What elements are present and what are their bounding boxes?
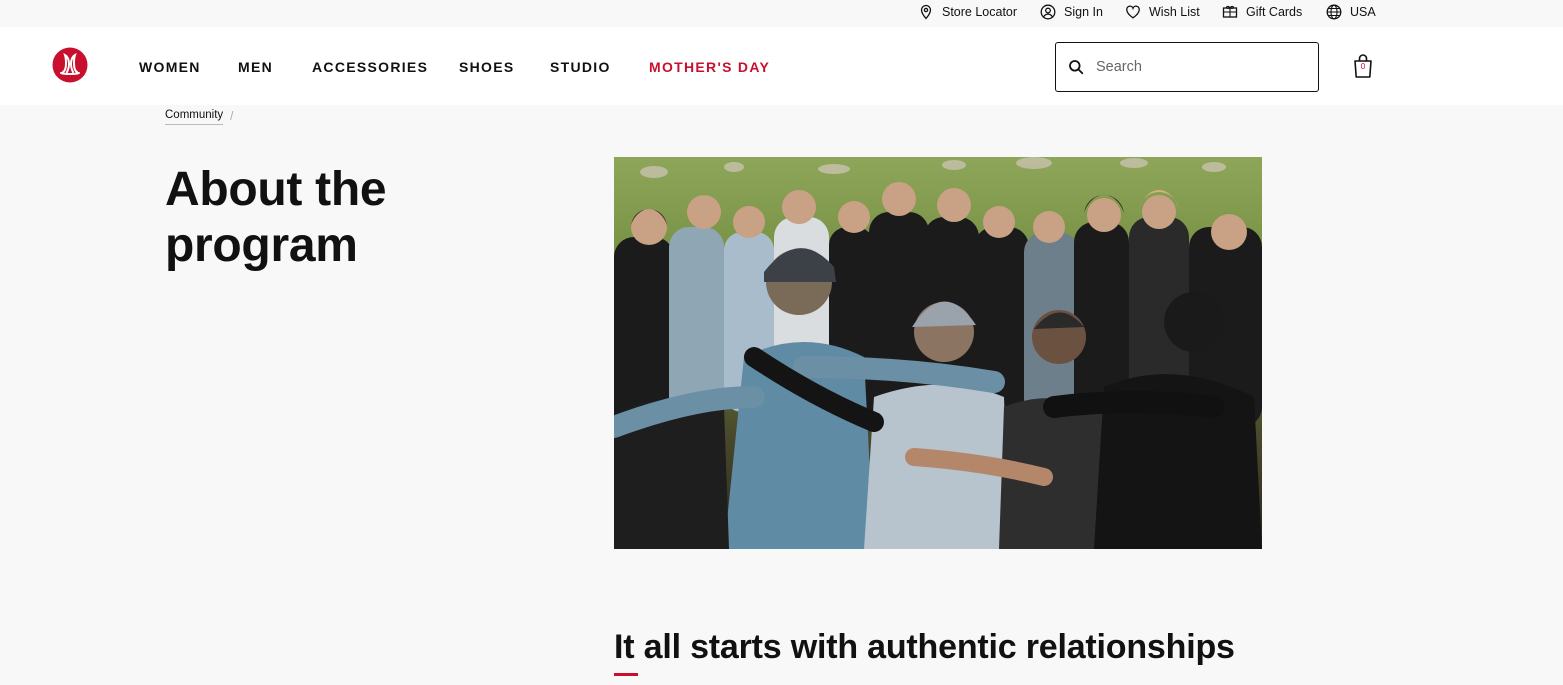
search-input[interactable] — [1096, 59, 1296, 75]
shopping-bag-button[interactable]: 0 — [1351, 52, 1375, 80]
breadcrumb: Community / — [165, 109, 233, 125]
gift-cards-label: Gift Cards — [1246, 5, 1303, 19]
user-icon — [1040, 4, 1056, 20]
lululemon-logo-icon[interactable] — [52, 47, 88, 83]
group-hug-photo — [614, 157, 1262, 549]
section-accent-bar — [614, 673, 638, 676]
wish-list-label: Wish List — [1149, 5, 1200, 19]
sign-in-label: Sign In — [1064, 5, 1103, 19]
nav-mothers-day[interactable]: MOTHER'S DAY — [649, 59, 770, 75]
utility-bar: Store Locator Sign In Wish List Gift Car… — [0, 0, 1563, 27]
search-icon — [1069, 60, 1084, 75]
globe-icon — [1326, 4, 1342, 20]
nav-studio[interactable]: STUDIO — [550, 59, 611, 75]
nav-women[interactable]: WOMEN — [139, 59, 201, 75]
breadcrumb-community[interactable]: Community — [165, 109, 224, 125]
region-selector[interactable]: USA — [1326, 2, 1376, 22]
sign-in-link[interactable]: Sign In — [1040, 2, 1103, 22]
wish-list-link[interactable]: Wish List — [1125, 2, 1200, 22]
location-pin-icon — [920, 4, 932, 20]
nav-men[interactable]: MEN — [238, 59, 273, 75]
gift-card-icon — [1222, 5, 1238, 18]
heart-icon — [1126, 5, 1140, 19]
nav-accessories[interactable]: ACCESSORIES — [312, 59, 428, 75]
breadcrumb-separator: / — [230, 111, 234, 123]
bag-count: 0 — [1360, 62, 1366, 71]
gift-cards-link[interactable]: Gift Cards — [1222, 2, 1302, 22]
nav-shoes[interactable]: SHOES — [459, 59, 515, 75]
region-label: USA — [1350, 5, 1376, 19]
store-locator-link[interactable]: Store Locator — [918, 2, 1017, 22]
section-heading: It all starts with authentic relationshi… — [614, 628, 1235, 666]
search-box[interactable] — [1055, 42, 1319, 92]
page-title: About the program — [165, 163, 387, 272]
main-header: WOMEN MEN ACCESSORIES SHOES STUDIO MOTHE… — [0, 27, 1563, 105]
store-locator-label: Store Locator — [942, 5, 1018, 19]
